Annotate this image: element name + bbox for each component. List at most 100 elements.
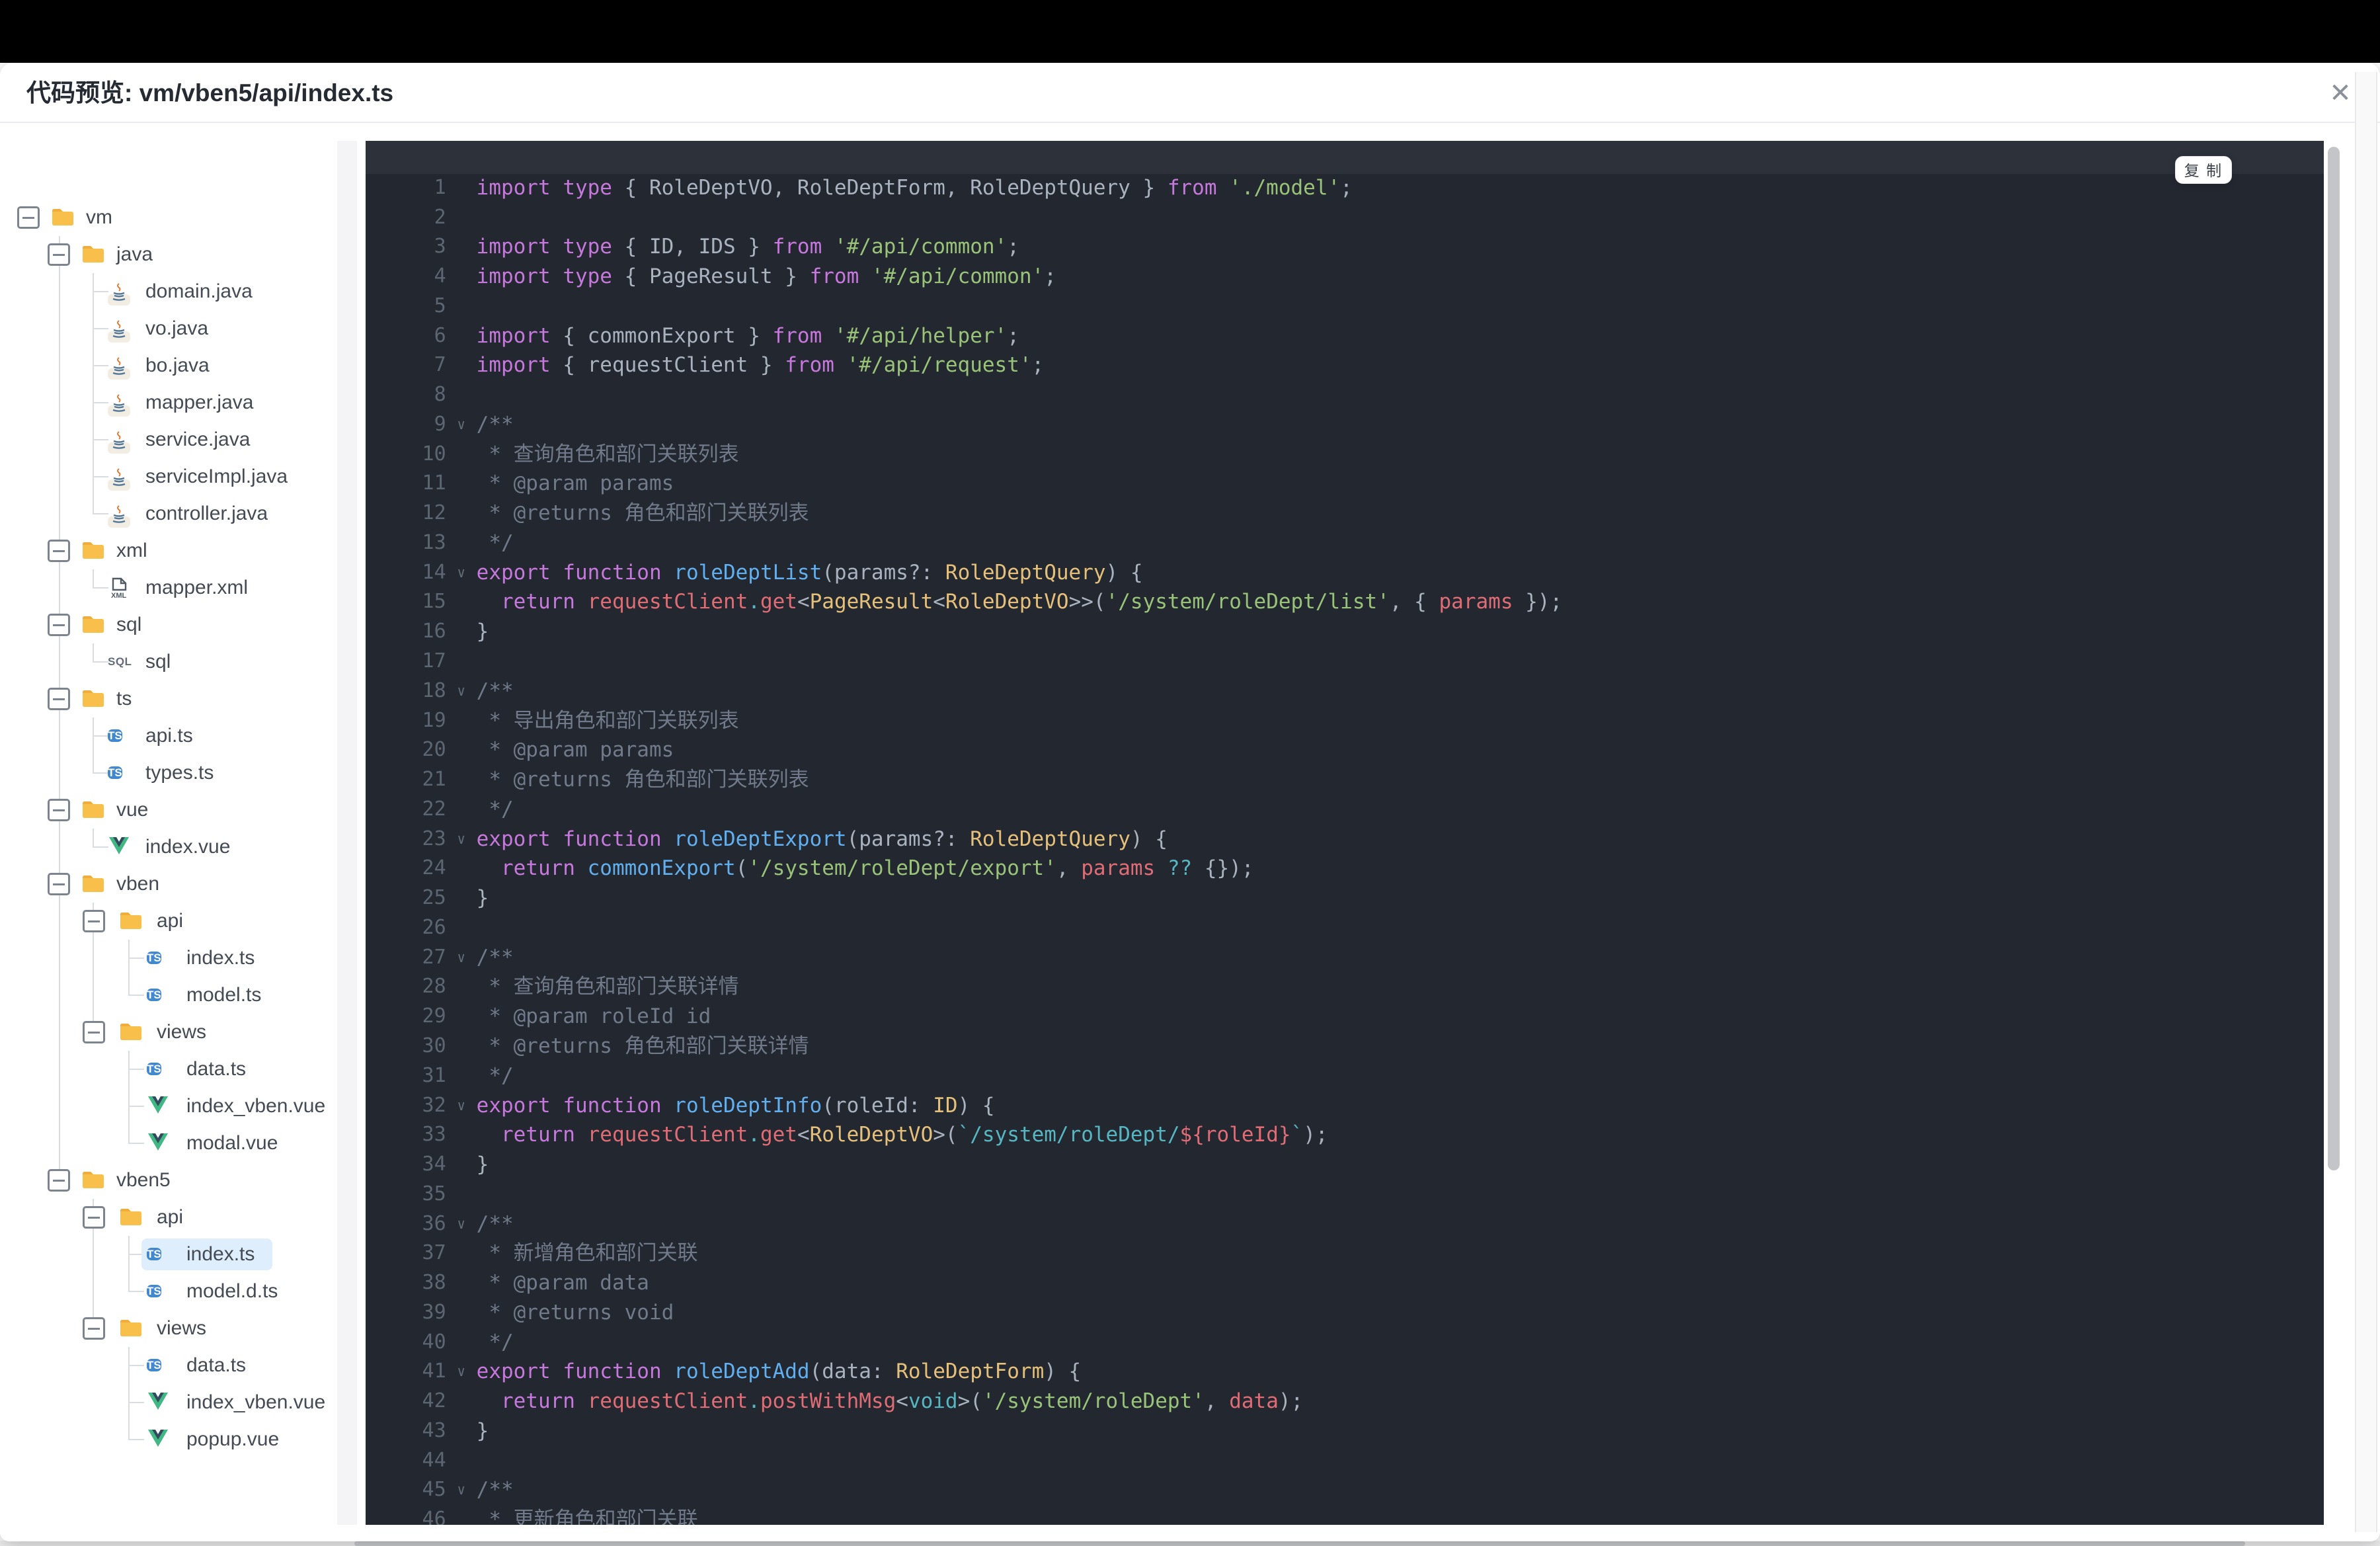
tree-node-index-ts[interactable]: TS index.ts xyxy=(0,1239,336,1270)
collapse-switcher[interactable] xyxy=(48,1169,70,1192)
tree-node-vo-java[interactable]: vo.java xyxy=(0,313,336,345)
copy-button[interactable]: 复 制 xyxy=(2175,156,2232,184)
vue-file-icon xyxy=(148,1133,168,1151)
tree-node-api[interactable]: api xyxy=(0,905,336,937)
collapse-switcher[interactable] xyxy=(48,799,70,821)
tree-node-sql[interactable]: sql xyxy=(0,609,336,641)
tree-node-label: java xyxy=(116,243,153,265)
code-line: 38 * @param data xyxy=(366,1239,2324,1295)
tree-node-label: api.ts xyxy=(145,725,193,747)
tree-node-popup-vue[interactable]: popup.vue xyxy=(0,1424,336,1455)
vue-file-icon xyxy=(148,1393,168,1410)
tree-node-api-ts[interactable]: TS api.ts xyxy=(0,720,336,752)
tree-node-java[interactable]: java xyxy=(0,239,336,270)
tree-node-xml[interactable]: xml xyxy=(0,535,336,567)
tree-node-label: views xyxy=(157,1317,207,1339)
tree-node-label: vben5 xyxy=(116,1169,171,1191)
code-line: 3 import type { ID, IDS } from '#/api/com… xyxy=(366,203,2324,259)
tree-node-index-vben-vue[interactable]: index_vben.vue xyxy=(0,1387,336,1418)
folder-icon xyxy=(83,1172,104,1188)
collapse-switcher[interactable] xyxy=(48,243,70,266)
collapse-switcher[interactable] xyxy=(17,206,40,229)
folder-icon xyxy=(83,246,104,263)
vue-file-icon xyxy=(109,837,129,854)
minus-icon xyxy=(53,624,65,626)
collapse-switcher[interactable] xyxy=(48,614,70,636)
tree-node-vben5[interactable]: vben5 xyxy=(0,1164,336,1196)
tree-scrollbar-track[interactable] xyxy=(337,141,357,1525)
minus-icon xyxy=(88,920,100,922)
collapse-switcher[interactable] xyxy=(83,1317,105,1340)
vue-file-icon xyxy=(148,1096,168,1114)
collapse-switcher[interactable] xyxy=(83,1021,105,1043)
folder-icon xyxy=(83,801,104,818)
code-line: 24 return commonExport('/system/roleDept… xyxy=(366,825,2324,880)
tree-node-vue[interactable]: vue xyxy=(0,794,336,826)
minus-icon xyxy=(53,253,65,256)
code-line: 45 ∨/** xyxy=(366,1446,2324,1502)
tree-node-ts[interactable]: ts xyxy=(0,683,336,715)
code-line: 46 * 更新角色和部门关联 xyxy=(366,1475,2324,1525)
code-line: 15 return requestClient.get<PageResult<R… xyxy=(366,558,2324,614)
tree-node-label: serviceImpl.java xyxy=(145,466,288,487)
tree-node-label: index.vue xyxy=(145,836,231,858)
minus-icon xyxy=(53,698,65,700)
vertical-scrollbar-thumb[interactable] xyxy=(2328,147,2340,1170)
code-line: 10 * 查询角色和部门关联列表 xyxy=(366,410,2324,466)
code-line: 11 * @param params xyxy=(366,440,2324,495)
code-line: 37 * 新增角色和部门关联 xyxy=(366,1209,2324,1265)
java-file-icon xyxy=(108,431,130,454)
tree-node-service-java[interactable]: service.java xyxy=(0,424,336,456)
code-line: 47 * @param data xyxy=(366,1505,2324,1525)
tree-node-types-ts[interactable]: TS types.ts xyxy=(0,757,336,789)
tree-node-views[interactable]: views xyxy=(0,1313,336,1344)
code-line: 32 ∨ export function roleDeptInfo(roleId: … xyxy=(366,1061,2324,1118)
tree-node-index-vue[interactable]: index.vue xyxy=(0,831,336,863)
code-line: 7 import { requestClient } from '#/api/re… xyxy=(366,321,2324,377)
ts-file-icon: TS xyxy=(147,1359,161,1371)
tree-node-mapper-xml[interactable]: XML mapper.xml xyxy=(0,572,336,604)
tree-node-index-vben-vue[interactable]: index_vben.vue xyxy=(0,1090,336,1122)
folder-icon xyxy=(120,1320,141,1336)
collapse-switcher[interactable] xyxy=(48,873,70,895)
tree-node-model-ts[interactable]: TS model.ts xyxy=(0,979,336,1011)
tree-node-label: ts xyxy=(116,688,132,710)
tree-node-api[interactable]: api xyxy=(0,1201,336,1233)
ts-file-icon: TS xyxy=(108,766,122,779)
tree-node-serviceimpl-java[interactable]: serviceImpl.java xyxy=(0,461,336,493)
collapse-switcher[interactable] xyxy=(83,1206,105,1229)
horizontal-scrollbar-thumb[interactable] xyxy=(354,1541,2245,1546)
tree-node-controller-java[interactable]: controller.java xyxy=(0,498,336,530)
code-line: 16} xyxy=(366,587,2324,643)
code-line: 35 xyxy=(366,1150,2324,1205)
tree-node-data-ts[interactable]: TS data.ts xyxy=(0,1350,336,1381)
file-tree: vm java domain.java vo.java bo.java mapp… xyxy=(0,123,336,1541)
tree-node-modal-vue[interactable]: modal.vue xyxy=(0,1127,336,1159)
folder-icon xyxy=(120,1209,141,1225)
tree-node-sql[interactable]: SQL sql xyxy=(0,646,336,678)
code-line: 17 xyxy=(366,617,2324,672)
tree-node-data-ts[interactable]: TS data.ts xyxy=(0,1053,336,1085)
folder-icon xyxy=(83,875,104,892)
page-scrollbar-track[interactable] xyxy=(2355,72,2377,1532)
collapse-switcher[interactable] xyxy=(83,910,105,932)
code-line: 13 */ xyxy=(366,499,2324,555)
tree-node-model-d-ts[interactable]: TS model.d.ts xyxy=(0,1276,336,1307)
tree-node-views[interactable]: views xyxy=(0,1016,336,1048)
tree-node-label: sql xyxy=(116,614,142,635)
tree-node-vben[interactable]: vben xyxy=(0,868,336,900)
code-line: 39 * @returns void xyxy=(366,1268,2324,1324)
collapse-switcher[interactable] xyxy=(48,540,70,562)
tree-node-label: types.ts xyxy=(145,762,214,784)
tree-node-domain-java[interactable]: domain.java xyxy=(0,276,336,307)
tree-node-vm[interactable]: vm xyxy=(0,202,336,233)
close-icon[interactable]: ✕ xyxy=(2324,77,2356,109)
code-line: 34} xyxy=(366,1120,2324,1176)
tree-node-label: index_vben.vue xyxy=(186,1095,326,1117)
code-line: 44 xyxy=(366,1416,2324,1472)
tree-node-index-ts[interactable]: TS index.ts xyxy=(0,942,336,974)
tree-node-mapper-java[interactable]: mapper.java xyxy=(0,387,336,419)
collapse-switcher[interactable] xyxy=(48,688,70,710)
tree-node-bo-java[interactable]: bo.java xyxy=(0,350,336,382)
tree-node-label: api xyxy=(157,910,184,932)
